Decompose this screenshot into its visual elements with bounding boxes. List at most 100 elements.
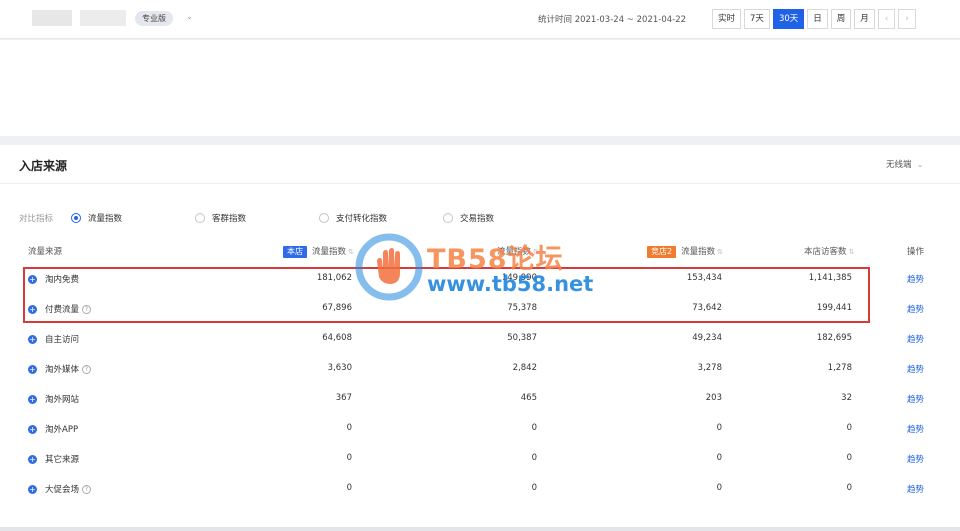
bottom-divider <box>0 527 960 531</box>
radio-icon[interactable] <box>443 213 453 223</box>
trend-link[interactable]: 趋势 <box>907 363 924 375</box>
expand-plus-icon[interactable]: + <box>28 485 37 494</box>
radio-selected-icon[interactable] <box>71 213 81 223</box>
tab-month[interactable]: 月 <box>854 9 875 29</box>
sort-icon[interactable]: ⇅ <box>533 248 539 256</box>
source-name-text: 淘内免费 <box>45 275 80 285</box>
chevron-down-icon: ⌄ <box>916 160 924 170</box>
header-comp1[interactable]: 流量指数 ⇅ <box>497 245 539 257</box>
blank-panel <box>0 40 960 136</box>
cell-comp1: 149,990 <box>501 273 537 283</box>
trend-link[interactable]: 趋势 <box>907 273 924 285</box>
table-row: + 淘外媒体? 3,630 2,842 3,278 1,278 趋势 <box>0 362 960 380</box>
cell-visitors: 1,278 <box>827 363 852 373</box>
cell-visitors: 0 <box>846 423 852 433</box>
cell-comp2: 0 <box>716 453 722 463</box>
header-comp2-metric: 流量指数 <box>681 247 716 257</box>
cell-shop: 181,062 <box>316 273 352 283</box>
metric-option-traffic[interactable]: 流量指数 <box>71 212 122 224</box>
cell-shop: 0 <box>346 453 352 463</box>
shop-tag: 本店 <box>283 246 307 258</box>
expand-plus-icon[interactable]: + <box>28 335 37 344</box>
chevron-down-icon[interactable]: ⌄ <box>186 12 193 21</box>
source-name-text: 大促会场 <box>45 485 80 495</box>
trend-link[interactable]: 趋势 <box>907 303 924 315</box>
period-tabs: 实时 7天 30天 日 周 月 ‹ › <box>712 9 916 29</box>
chevron-right-icon[interactable]: › <box>898 9 916 29</box>
metric-label: 对比指标 <box>19 214 54 224</box>
sort-icon[interactable]: ⇅ <box>717 248 723 256</box>
trend-link[interactable]: 趋势 <box>907 483 924 495</box>
header-action: 操作 <box>907 247 925 257</box>
metric-option-label: 流量指数 <box>88 214 123 224</box>
sort-icon[interactable]: ⇅ <box>849 248 855 256</box>
cell-shop: 67,896 <box>322 303 352 313</box>
trend-link[interactable]: 趋势 <box>907 423 924 435</box>
device-select[interactable]: 无线端 ⌄ <box>886 158 924 170</box>
cell-comp2: 73,642 <box>692 303 722 313</box>
chevron-left-icon[interactable]: ‹ <box>877 9 896 29</box>
cell-comp2: 49,234 <box>692 333 722 343</box>
cell-comp2: 3,278 <box>697 363 722 373</box>
source-name-text: 淘外媒体 <box>45 365 80 375</box>
radio-icon[interactable] <box>319 213 329 223</box>
cell-visitors: 0 <box>846 453 852 463</box>
source-name: 淘外网站 <box>45 393 79 405</box>
tab-day[interactable]: 日 <box>807 9 828 29</box>
cell-comp1: 75,378 <box>507 303 537 313</box>
expand-plus-icon[interactable]: + <box>28 425 37 434</box>
metric-option-trade[interactable]: 交易指数 <box>443 212 494 224</box>
cell-visitors: 182,695 <box>816 333 852 343</box>
header-visitors[interactable]: 本店访客数 ⇅ <box>804 245 854 257</box>
tab-30days[interactable]: 30天 <box>772 9 805 29</box>
expand-plus-icon[interactable]: + <box>28 275 37 284</box>
trend-link[interactable]: 趋势 <box>907 333 924 345</box>
header-visitors-label: 本店访客数 <box>804 247 847 257</box>
metric-option-label: 交易指数 <box>460 214 495 224</box>
source-name-text: 自主访问 <box>45 335 80 345</box>
stat-range: 统计时间 2021-03-24 ~ 2021-04-22 <box>538 15 687 25</box>
source-name-text: 淘外APP <box>45 425 79 435</box>
cell-comp2: 0 <box>716 423 722 433</box>
cell-visitors: 199,441 <box>816 303 852 313</box>
source-name-text: 付费流量 <box>45 305 80 315</box>
header-comp2[interactable]: 竞店2 流量指数 ⇅ <box>647 245 723 258</box>
metric-option-label: 客群指数 <box>212 214 247 224</box>
cell-visitors: 0 <box>846 483 852 493</box>
cell-comp1: 2,842 <box>512 363 537 373</box>
help-icon[interactable]: ? <box>82 305 92 314</box>
source-name-text: 其它来源 <box>45 455 80 465</box>
table-row: + 淘外网站 367 465 203 32 趋势 <box>0 392 960 410</box>
expand-plus-icon[interactable]: + <box>28 455 37 464</box>
trend-link[interactable]: 趋势 <box>907 453 924 465</box>
cell-comp1: 50,387 <box>507 333 537 343</box>
source-name: 淘外APP <box>45 423 78 435</box>
expand-plus-icon[interactable]: + <box>28 365 37 374</box>
table-row: + 淘内免费 181,062 149,990 153,434 1,141,385 趋势 <box>0 272 960 290</box>
cell-visitors: 1,141,385 <box>808 273 852 283</box>
trend-link[interactable]: 趋势 <box>907 393 924 405</box>
header-shop[interactable]: 本店 流量指数 ⇅ <box>283 245 354 258</box>
metric-option-label: 支付转化指数 <box>336 214 388 224</box>
divider <box>0 183 960 184</box>
tab-week[interactable]: 周 <box>830 9 852 29</box>
tab-7days[interactable]: 7天 <box>744 9 770 29</box>
tab-realtime[interactable]: 实时 <box>712 9 742 29</box>
source-name: 付费流量? <box>45 303 92 315</box>
source-name: 淘内免费 <box>45 273 79 285</box>
expand-plus-icon[interactable]: + <box>28 305 37 314</box>
cell-shop: 367 <box>335 393 352 403</box>
expand-plus-icon[interactable]: + <box>28 395 37 404</box>
help-icon[interactable]: ? <box>82 365 92 374</box>
metric-option-customer[interactable]: 客群指数 <box>195 212 246 224</box>
sort-icon[interactable]: ⇅ <box>348 248 354 256</box>
help-icon[interactable]: ? <box>82 485 92 494</box>
source-name: 淘外媒体? <box>45 363 92 375</box>
cell-shop: 3,630 <box>327 363 352 373</box>
metric-option-conversion[interactable]: 支付转化指数 <box>319 212 387 224</box>
shop-name-blurred-2 <box>80 10 126 26</box>
section-title: 入店来源 <box>19 159 68 173</box>
radio-icon[interactable] <box>195 213 205 223</box>
header-shop-metric: 流量指数 <box>312 247 347 257</box>
edition-badge[interactable]: 专业版 <box>135 11 173 26</box>
